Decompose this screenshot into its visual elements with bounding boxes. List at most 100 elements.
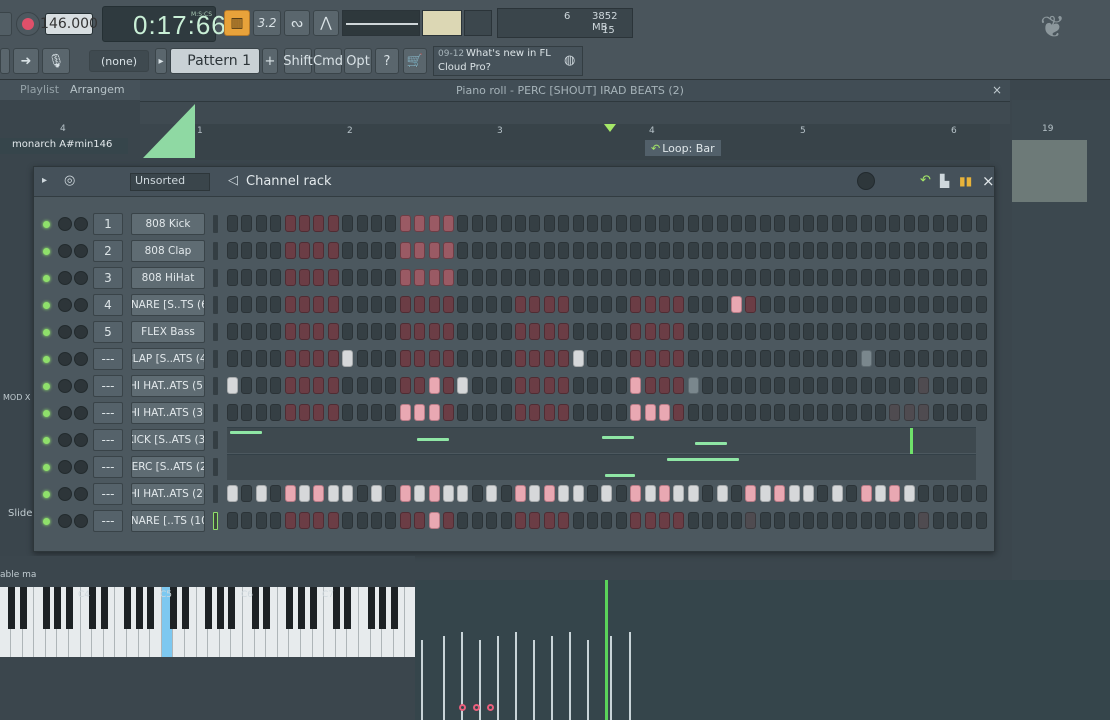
step-button[interactable] <box>313 323 325 340</box>
step-button[interactable] <box>615 485 627 502</box>
step-button[interactable] <box>644 323 656 340</box>
mixer-track-number[interactable]: --- <box>93 429 123 451</box>
step-button[interactable] <box>500 269 512 286</box>
step-button[interactable] <box>889 269 901 286</box>
step-button[interactable] <box>716 512 728 529</box>
step-button[interactable] <box>759 350 771 367</box>
step-button[interactable] <box>471 323 483 340</box>
step-button[interactable] <box>227 215 238 232</box>
step-button[interactable] <box>500 512 512 529</box>
step-button[interactable] <box>558 242 570 259</box>
mixer-track-number[interactable]: 4 <box>93 294 123 316</box>
volume-knob[interactable] <box>58 271 72 285</box>
step-button[interactable] <box>428 350 440 367</box>
step-button[interactable] <box>385 269 397 286</box>
step-button[interactable] <box>831 350 843 367</box>
volume-knob[interactable] <box>58 460 72 474</box>
step-button[interactable] <box>601 269 613 286</box>
step-button[interactable] <box>889 296 901 313</box>
step-button[interactable] <box>587 323 598 340</box>
velocity-stem[interactable] <box>551 636 553 720</box>
step-button[interactable] <box>673 377 685 394</box>
step-button[interactable] <box>961 485 973 502</box>
step-button[interactable] <box>817 404 829 421</box>
step-button[interactable] <box>270 323 282 340</box>
step-button[interactable] <box>673 350 685 367</box>
step-button[interactable] <box>702 350 714 367</box>
step-button[interactable] <box>673 269 685 286</box>
black-key[interactable] <box>298 587 305 629</box>
step-button[interactable] <box>227 512 238 529</box>
step-button[interactable] <box>385 242 397 259</box>
step-button[interactable] <box>284 485 296 502</box>
velocity-grid[interactable] <box>415 580 1110 720</box>
note[interactable] <box>667 458 739 461</box>
step-button[interactable] <box>572 296 584 313</box>
step-button[interactable] <box>875 215 886 232</box>
step-button[interactable] <box>255 269 267 286</box>
step-button[interactable] <box>313 215 325 232</box>
step-button[interactable] <box>961 296 973 313</box>
step-button[interactable] <box>659 404 670 421</box>
step-button[interactable] <box>500 296 512 313</box>
step-button[interactable] <box>774 350 786 367</box>
channel-select[interactable]: (none) <box>89 50 149 72</box>
metronome-button[interactable]: ⋀ <box>313 10 339 36</box>
step-button[interactable] <box>428 377 440 394</box>
step-button[interactable] <box>975 215 987 232</box>
channel-led[interactable] <box>43 275 50 282</box>
opt-button[interactable]: Opt <box>344 48 372 74</box>
shift-button[interactable]: Shift <box>283 48 313 74</box>
step-button[interactable] <box>918 512 930 529</box>
mixer-track-number[interactable]: --- <box>93 402 123 424</box>
channel-name-button[interactable]: HI HAT..ATS (5) <box>131 375 205 397</box>
mixer-track-number[interactable]: --- <box>93 483 123 505</box>
step-button[interactable] <box>284 512 296 529</box>
step-button[interactable] <box>745 215 757 232</box>
channel-name-button[interactable]: PERC [S..ATS (2) <box>131 456 205 478</box>
velocity-handle[interactable] <box>459 704 466 711</box>
step-button[interactable] <box>543 377 555 394</box>
step-button[interactable] <box>687 512 699 529</box>
step-button[interactable] <box>630 350 642 367</box>
step-button[interactable] <box>428 512 440 529</box>
step-button[interactable] <box>356 323 368 340</box>
step-button[interactable] <box>371 296 382 313</box>
step-button[interactable] <box>644 512 656 529</box>
step-button[interactable] <box>630 512 642 529</box>
step-button[interactable] <box>702 215 714 232</box>
velocity-stem[interactable] <box>610 636 612 720</box>
mini-piano-roll[interactable] <box>227 454 976 480</box>
step-button[interactable] <box>299 323 310 340</box>
step-button[interactable] <box>371 350 382 367</box>
step-button[interactable] <box>687 404 699 421</box>
step-button[interactable] <box>774 512 786 529</box>
pan-knob[interactable] <box>74 325 88 339</box>
bars-icon[interactable]: ▮▮ <box>959 174 972 188</box>
step-button[interactable] <box>716 269 728 286</box>
step-button[interactable] <box>817 485 829 502</box>
step-button[interactable] <box>860 215 872 232</box>
step-button[interactable] <box>918 296 930 313</box>
step-button[interactable] <box>817 323 829 340</box>
step-button[interactable] <box>270 269 282 286</box>
step-button[interactable] <box>241 296 253 313</box>
step-button[interactable] <box>947 242 958 259</box>
step-button[interactable] <box>227 269 238 286</box>
step-button[interactable] <box>313 485 325 502</box>
undo-icon[interactable]: ↶ <box>920 173 931 188</box>
step-button[interactable] <box>486 269 498 286</box>
step-button[interactable] <box>299 512 310 529</box>
black-key[interactable] <box>205 587 213 629</box>
step-button[interactable] <box>918 323 930 340</box>
step-button[interactable] <box>615 215 627 232</box>
step-button[interactable] <box>803 242 814 259</box>
volume-knob[interactable] <box>58 379 72 393</box>
step-button[interactable] <box>630 215 642 232</box>
channel-select-bar[interactable] <box>213 215 218 233</box>
step-button[interactable] <box>255 377 267 394</box>
step-button[interactable] <box>860 350 872 367</box>
mic-button[interactable]: 🎙 <box>42 48 70 74</box>
channel-led[interactable] <box>43 410 50 417</box>
step-button[interactable] <box>371 269 382 286</box>
